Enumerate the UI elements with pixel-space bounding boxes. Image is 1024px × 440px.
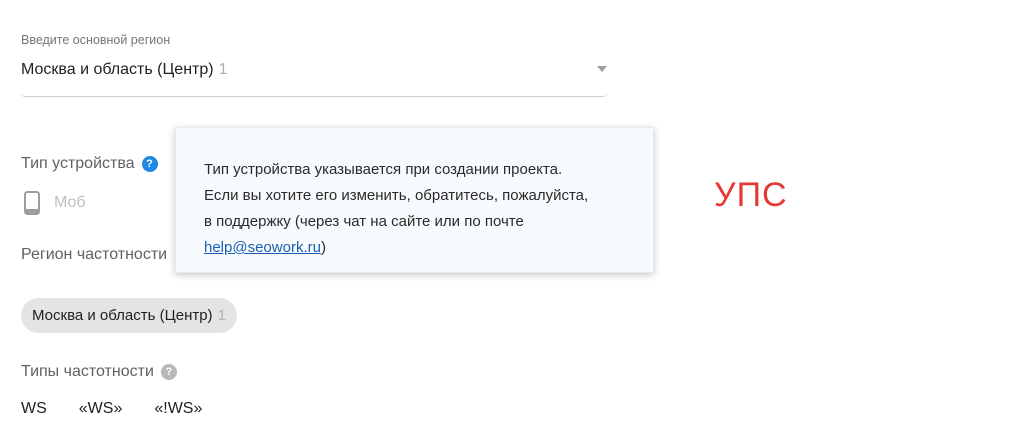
region-select[interactable]: Москва и область (Центр) 1 [21, 52, 607, 97]
region-select-count: 1 [218, 61, 228, 78]
tooltip-line-1: Тип устройства указывается при создании … [204, 161, 563, 178]
chevron-down-icon[interactable] [597, 66, 607, 72]
frequency-type-quoted-ws[interactable]: «WS» [79, 400, 123, 418]
frequency-region-chip-count: 1 [217, 307, 226, 324]
device-type-label: Тип устройства ? [21, 155, 158, 173]
region-select-label: Введите основной регион [21, 33, 171, 47]
frequency-types-label: Типы частотности ? [21, 363, 177, 381]
support-email-link[interactable]: help@seowork.ru [204, 239, 321, 256]
region-select-value-text: Москва и область (Центр) [21, 61, 214, 78]
frequency-types-options: WS «WS» «!WS» [21, 400, 202, 418]
frequency-type-exact-ws[interactable]: «!WS» [154, 400, 202, 418]
page: Введите основной регион Москва и область… [0, 0, 1024, 440]
device-option-label: Моб [54, 194, 86, 211]
tooltip-line-2: Если вы хотите его изменить, обратитесь,… [204, 187, 589, 204]
tooltip-line-3: в поддержку (через чат на сайте или по п… [204, 213, 524, 230]
device-option-mobile[interactable]: Моб [24, 191, 86, 215]
annotation-text: УПС [714, 176, 788, 214]
frequency-type-ws[interactable]: WS [21, 400, 47, 418]
frequency-region-label: Регион частотности [21, 246, 168, 263]
device-type-help-icon[interactable]: ? [141, 156, 158, 172]
device-type-tooltip: Тип устройства указывается при создании … [175, 127, 654, 273]
smartphone-icon [24, 191, 40, 215]
frequency-region-chip[interactable]: Москва и область (Центр) 1 [21, 298, 237, 333]
frequency-types-help-icon[interactable]: ? [160, 364, 177, 380]
device-type-label-text: Тип устройства [21, 155, 135, 172]
frequency-types-label-text: Типы частотности [21, 363, 154, 380]
frequency-region-chip-text: Москва и область (Центр) [32, 307, 213, 324]
tooltip-closing-paren: ) [320, 239, 326, 256]
region-select-value: Москва и область (Центр) 1 [21, 61, 228, 79]
tooltip-line-4: help@seowork.ru) [204, 235, 626, 261]
